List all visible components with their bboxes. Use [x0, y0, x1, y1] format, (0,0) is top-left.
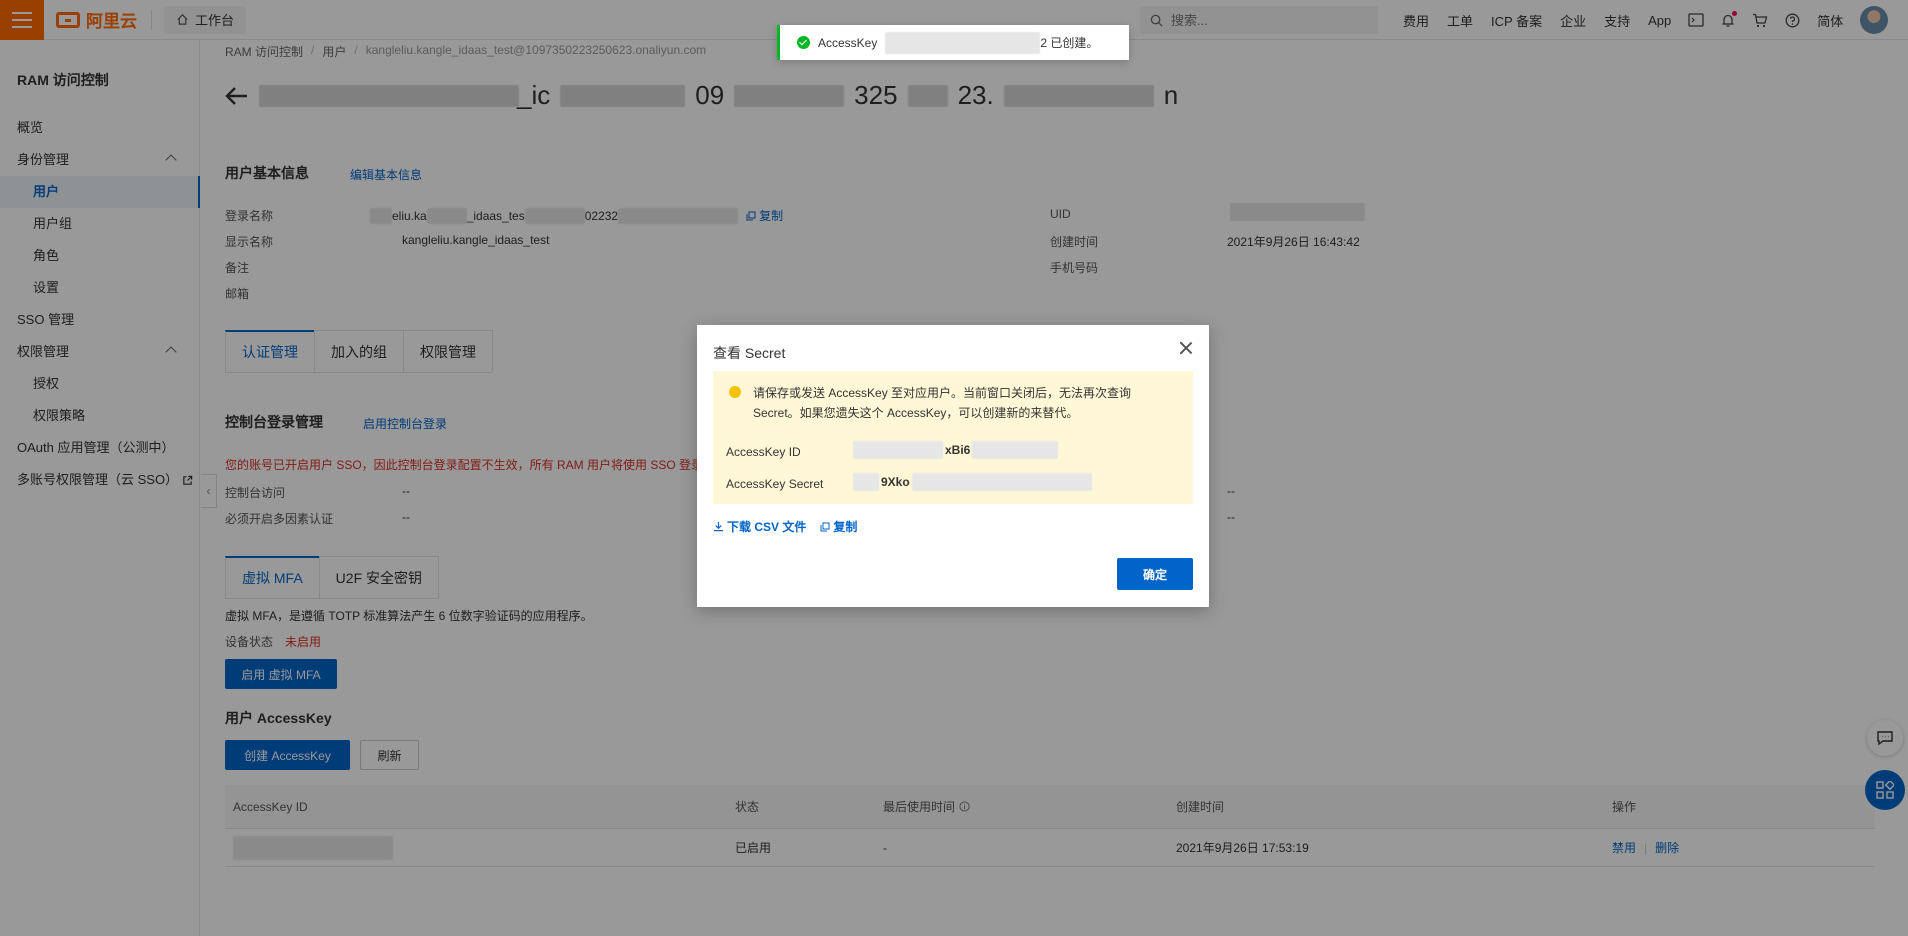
- accesskey-id-fragment: xBi6: [945, 443, 971, 457]
- toast-prefix: AccessKey: [818, 35, 878, 50]
- redacted-text: [853, 441, 943, 459]
- copy-secret-link[interactable]: 复制: [820, 518, 857, 535]
- copy-icon: [820, 522, 830, 531]
- view-secret-dialog: 查看 Secret 请保存或发送 AccessKey 至对应用户。当前窗口关闭后…: [697, 325, 1209, 607]
- accesskey-secret-label: AccessKey Secret: [726, 477, 824, 491]
- toast-suffix: 2 已创建。: [1040, 36, 1099, 50]
- redacted-text: [853, 473, 879, 491]
- accesskey-secret-value: 9Xko: [853, 473, 1092, 491]
- notice-text: 请保存或发送 AccessKey 至对应用户。当前窗口关闭后，无法再次查询 Se…: [753, 386, 1132, 420]
- warning-icon: [729, 386, 741, 398]
- download-csv-link[interactable]: 下载 CSV 文件: [713, 518, 806, 535]
- close-icon[interactable]: [1179, 341, 1193, 355]
- accesskey-secret-fragment: 9Xko: [881, 475, 910, 489]
- download-label: 下载 CSV 文件: [727, 520, 807, 534]
- success-check-icon: [797, 36, 810, 49]
- confirm-button[interactable]: 确定: [1117, 558, 1193, 590]
- dialog-actions: 下载 CSV 文件 复制: [713, 518, 857, 535]
- accesskey-id-value: xBi6: [853, 441, 1059, 459]
- copy-label: 复制: [833, 520, 858, 534]
- secret-notice: 请保存或发送 AccessKey 至对应用户。当前窗口关闭后，无法再次查询 Se…: [713, 371, 1193, 504]
- redacted-text: [972, 441, 1059, 459]
- redacted-text: [885, 31, 1041, 54]
- dialog-title: 查看 Secret: [713, 345, 786, 361]
- success-toast: AccessKey 2 已创建。: [777, 25, 1129, 60]
- accesskey-id-label: AccessKey ID: [726, 445, 801, 459]
- redacted-text: [911, 473, 1092, 491]
- download-icon: [713, 521, 724, 532]
